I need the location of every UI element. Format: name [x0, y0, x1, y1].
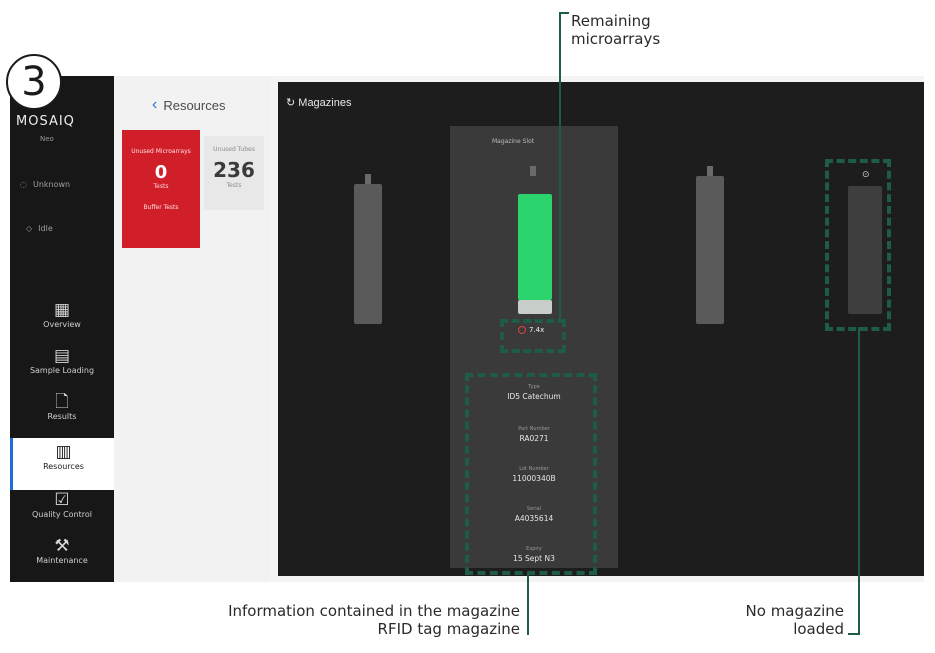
side-navigation: MOSAIQ Neo ◌ Unknown ◇ Idle ▦ Overview ▤…: [10, 76, 114, 582]
sidebar-item-sample-loading[interactable]: ▤ Sample Loading: [10, 346, 114, 392]
back-to-resources-link[interactable]: ‹ Resources: [152, 96, 225, 114]
magazine-cap: [365, 174, 371, 184]
slot-header: Magazine Slot: [492, 138, 535, 145]
chevron-left-icon: ‹: [152, 96, 158, 113]
quality-control-icon: ☑: [54, 490, 70, 510]
sidebar-item-resources[interactable]: ▥ Resources: [10, 438, 114, 490]
maintenance-icon: ⚒: [54, 536, 70, 556]
card-unit: Tests: [226, 182, 242, 189]
empty-slot-highlight: [825, 159, 891, 331]
sidebar-item-label: Sample Loading: [29, 366, 95, 375]
magazine-cap: [707, 166, 713, 176]
sidebar-item-results[interactable]: 🗋 Results: [10, 392, 114, 438]
callout-leader-remaining-tick: [559, 12, 569, 14]
callout-leader-empty-tick: [848, 633, 860, 635]
back-link-label: Resources: [163, 97, 226, 113]
sidebar-item-label: Resources: [43, 462, 84, 471]
card-unit: Tests: [153, 183, 169, 190]
magazines-title: ↻ Magazines: [286, 96, 351, 109]
step-number-badge: 3: [6, 54, 62, 110]
card-value: 0: [154, 162, 168, 183]
card-footer: Buffer Tests: [143, 204, 179, 211]
brand-subtitle: Neo: [40, 135, 54, 143]
brand-logo: MOSAIQ: [16, 114, 75, 129]
refresh-icon: ↻: [286, 97, 296, 109]
callout-remaining-microarrays: Remaining microarrays: [571, 12, 661, 48]
card-value: 236: [213, 158, 255, 182]
tag-icon: ◇: [26, 224, 33, 233]
card-label: Unused Tubes: [213, 146, 255, 153]
unused-microarrays-card[interactable]: Unused Microarrays 0 Tests Buffer Tests: [122, 130, 200, 248]
nav-user-status[interactable]: ◌ Unknown: [20, 180, 70, 189]
sidebar-item-label: Overview: [43, 320, 81, 329]
resources-panel: ‹ Resources Unused Microarrays 0 Tests B…: [114, 76, 270, 582]
magazine-cap: [530, 166, 536, 176]
sidebar-item-label: Quality Control: [31, 510, 93, 519]
magazine-slot-1[interactable]: [354, 184, 382, 324]
callout-leader-empty: [858, 327, 860, 635]
remaining-count-highlight: [500, 319, 566, 353]
callout-leader-info: [527, 571, 529, 635]
callout-no-magazine: No magazine loaded: [745, 602, 844, 638]
nav-status-label: Idle: [38, 224, 53, 233]
card-label: Unused Microarrays: [131, 148, 191, 155]
nav-user-label: Unknown: [32, 180, 71, 189]
sample-loading-icon: ▤: [53, 346, 71, 366]
unused-tubes-card[interactable]: Unused Tubes 236 Tests: [204, 136, 264, 210]
sidebar-item-overview[interactable]: ▦ Overview: [10, 300, 114, 346]
nav-instrument-status[interactable]: ◇ Idle: [26, 224, 53, 233]
resources-icon: ▥: [55, 442, 72, 462]
magazines-title-label: Magazines: [298, 97, 352, 109]
magazine-slot-3[interactable]: [696, 176, 724, 324]
sidebar-item-label: Maintenance: [36, 556, 88, 565]
sidebar-item-label: Results: [47, 412, 77, 421]
callout-leader-remaining: [559, 12, 561, 319]
user-icon: ◌: [20, 180, 27, 189]
callout-rfid-info: Information contained in the magazine RF…: [228, 602, 520, 638]
magazine-base: [518, 300, 552, 314]
overview-icon: ▦: [53, 300, 71, 320]
sidebar-item-quality-control[interactable]: ☑ Quality Control: [10, 490, 114, 536]
microarray-fill-level: [518, 194, 552, 300]
results-icon: 🗋: [55, 392, 69, 412]
sidebar-item-maintenance[interactable]: ⚒ Maintenance: [10, 536, 114, 582]
rfid-info-highlight: [465, 373, 597, 575]
